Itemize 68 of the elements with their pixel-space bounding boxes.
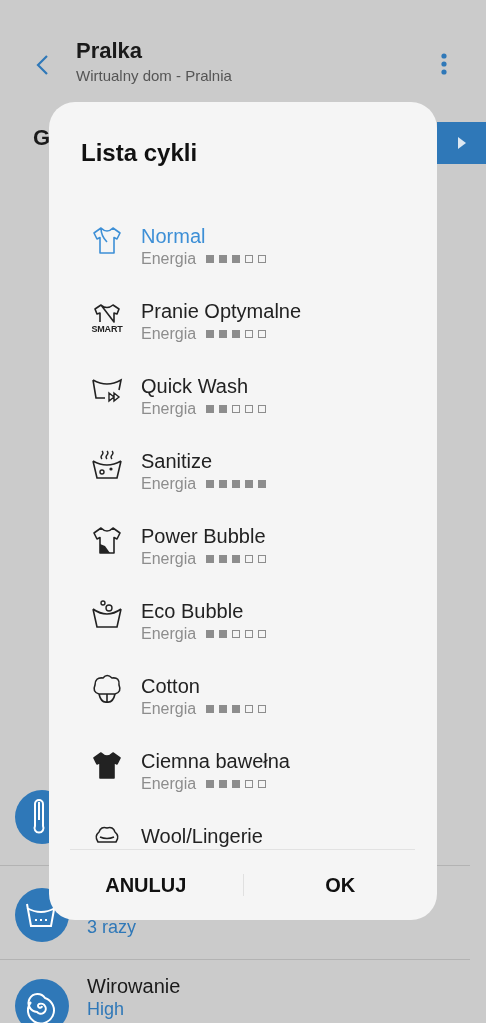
energy-square <box>206 480 215 488</box>
more-icon[interactable] <box>440 52 448 76</box>
start-button[interactable] <box>437 122 486 164</box>
energy-square <box>206 405 215 413</box>
ok-button[interactable]: OK <box>243 865 437 905</box>
energy-square <box>245 255 254 263</box>
energy-square <box>219 630 228 638</box>
energy-label: Energia <box>141 699 197 719</box>
energy-square <box>219 780 228 788</box>
energy-label: Energia <box>141 324 197 344</box>
energy-square <box>258 405 267 413</box>
cycle-name[interactable]: Power Bubble <box>141 524 267 548</box>
energy-square <box>232 255 241 263</box>
energy-square <box>206 555 215 563</box>
energy-label: Energia <box>141 399 197 419</box>
energy-square <box>245 630 254 638</box>
dialog-title: Lista cykli <box>81 138 198 168</box>
energy-square <box>245 780 254 788</box>
energy-square <box>258 705 267 713</box>
screen-title: Pralka <box>76 38 144 64</box>
cycle-name[interactable]: Wool/Lingerie <box>141 824 263 848</box>
cycle-name[interactable]: Ciemna bawełna <box>141 749 290 773</box>
setting-title: Wirowanie <box>87 974 181 998</box>
spiral-icon <box>15 979 69 1023</box>
cancel-button[interactable]: ANULUJ <box>49 865 243 905</box>
energy-square <box>245 330 254 338</box>
energy-square <box>206 705 215 713</box>
energy-square <box>206 330 215 338</box>
energy-square <box>232 555 241 563</box>
icon-label: SMART <box>91 324 123 334</box>
energy-square <box>258 780 267 788</box>
energy-square <box>232 405 241 413</box>
energy-square <box>258 330 267 338</box>
cycle-name[interactable]: Pranie Optymalne <box>141 299 302 323</box>
cycle-name[interactable]: Eco Bubble <box>141 599 267 623</box>
energy-square <box>232 630 241 638</box>
energy-square <box>232 480 241 488</box>
energy-square <box>258 480 267 488</box>
energy-square <box>219 330 228 338</box>
cycle-name[interactable]: Quick Wash <box>141 374 267 398</box>
energy-square <box>219 480 228 488</box>
cycle-name[interactable]: Sanitize <box>141 449 267 473</box>
energy-label: Energia <box>141 549 197 569</box>
cycle-name[interactable]: Cotton <box>141 674 267 698</box>
energy-square <box>258 255 267 263</box>
energy-label: Energia <box>141 624 197 644</box>
energy-label: Energia <box>141 249 197 269</box>
energy-square <box>245 480 254 488</box>
energy-square <box>219 555 228 563</box>
energy-square <box>232 330 241 338</box>
energy-square <box>206 780 215 788</box>
energy-square <box>258 630 267 638</box>
energy-square <box>219 255 228 263</box>
energy-label: Energia <box>141 474 197 494</box>
energy-square <box>245 555 254 563</box>
energy-square <box>245 705 254 713</box>
energy-square <box>232 705 241 713</box>
energy-square <box>206 630 215 638</box>
screen-subtitle: Wirtualny dom - Pralnia <box>76 66 233 86</box>
energy-square <box>219 405 228 413</box>
energy-label: Energia <box>141 774 197 794</box>
section-heading: G <box>33 124 51 152</box>
energy-square <box>232 780 241 788</box>
play-icon <box>457 137 466 149</box>
energy-square <box>258 555 267 563</box>
energy-square <box>206 255 215 263</box>
energy-square <box>245 405 254 413</box>
energy-square <box>219 705 228 713</box>
